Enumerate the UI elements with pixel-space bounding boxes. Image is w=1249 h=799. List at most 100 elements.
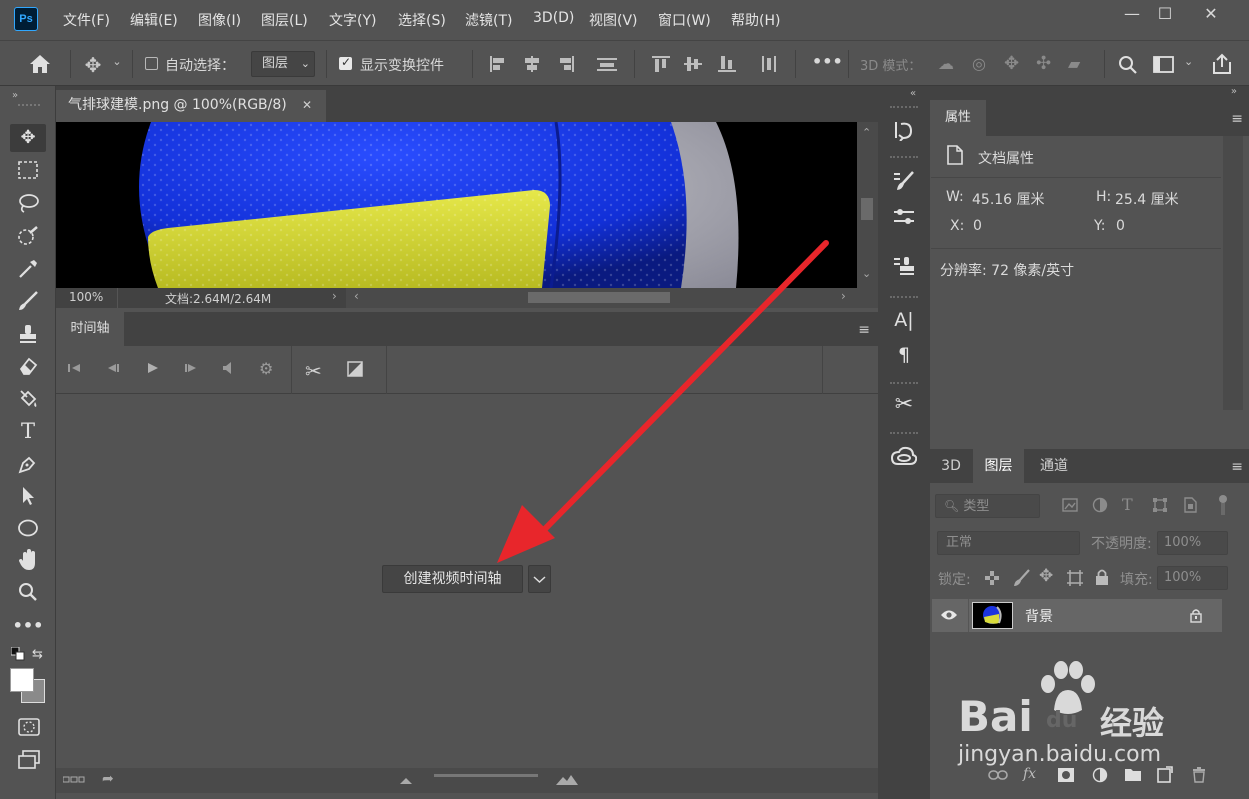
filter-type-icon[interactable]: T [1122,495,1133,514]
move-tool-icon[interactable]: ✥ [10,124,46,152]
lock-transparent-icon[interactable] [984,570,1000,586]
distribute-icon[interactable] [596,55,618,73]
align-right-icon[interactable] [556,55,576,73]
layer-filter-dropdown[interactable]: 🔍︎ 类型 [935,494,1040,518]
share-icon[interactable] [1211,53,1233,75]
hand-tool-icon[interactable] [10,546,46,574]
menu-file[interactable]: 文件(F) [63,10,110,30]
link-layers-icon[interactable] [988,769,1008,781]
minimize-button[interactable]: — [1117,4,1147,24]
3d-orbit-icon[interactable]: ☁ [938,54,954,73]
tools-scissors-icon[interactable]: ✂ [884,390,924,420]
brush-tool-icon[interactable] [10,287,46,315]
adjustments-slider-icon[interactable] [884,202,924,232]
menu-select[interactable]: 选择(S) [398,10,446,30]
document-tab[interactable]: 气排球建模.png @ 100%(RGB/8) ✕ [56,90,326,122]
panel-menu-icon[interactable]: ≡ [1231,111,1243,127]
y-value[interactable]: 0 [1116,218,1125,234]
home-icon[interactable] [28,53,52,75]
timeline-zoom-slider[interactable] [434,774,538,777]
marquee-tool-icon[interactable] [10,156,46,184]
width-value[interactable]: 45.16 厘米 [972,189,1045,209]
workspace-icon[interactable] [1153,56,1175,74]
previous-frame-icon[interactable] [105,361,121,375]
scroll-thumb[interactable] [861,198,873,220]
settings-gear-icon[interactable]: ⚙ [259,359,273,378]
more-tools-icon[interactable]: ••• [10,612,46,640]
history-icon[interactable] [884,115,924,145]
tab-3d[interactable]: 3D [930,449,972,483]
zoom-level[interactable]: 100% [69,290,103,304]
search-icon[interactable] [1118,55,1138,75]
filter-shape-icon[interactable] [1152,497,1168,513]
lock-position-icon[interactable]: ✥ [1039,566,1053,586]
go-to-first-frame-icon[interactable] [67,361,83,375]
zoom-out-mountain-icon[interactable] [400,775,412,785]
scroll-left-icon[interactable]: ‹ [354,289,359,303]
align-middle-icon[interactable] [683,55,703,73]
timeline-type-dropdown[interactable] [528,565,551,593]
filter-toggle[interactable] [1218,494,1228,518]
opacity-input[interactable]: 100% [1157,531,1228,555]
filter-pixel-icon[interactable] [1062,498,1078,512]
brush-settings-icon[interactable] [884,166,924,196]
close-button[interactable]: ✕ [1196,4,1226,24]
panel-menu-icon[interactable]: ≡ [1231,459,1243,475]
menu-help[interactable]: 帮助(H) [731,10,780,30]
visibility-eye-icon[interactable] [940,609,958,621]
scroll-thumb[interactable] [528,292,670,303]
align-center-icon[interactable] [522,55,542,73]
character-icon[interactable]: A| [884,305,924,335]
canvas-vertical-scrollbar[interactable]: ⌃ ⌄ [857,122,878,288]
image-canvas[interactable] [56,122,857,288]
foreground-color-swatch[interactable] [10,668,34,692]
zoom-tool-icon[interactable] [10,578,46,606]
frame-animation-icon[interactable] [63,776,85,784]
auto-select-dropdown[interactable]: 图层 ⌄ [251,51,315,77]
panel-menu-icon[interactable]: ≡ [858,322,870,338]
menu-view[interactable]: 视图(V) [589,10,638,30]
fill-input[interactable]: 100% [1157,566,1228,590]
close-tab-icon[interactable]: ✕ [302,90,312,120]
quick-mask-icon[interactable] [18,718,40,736]
more-options-icon[interactable]: ••• [812,52,843,71]
audio-mute-icon[interactable] [221,361,237,375]
3d-drag-icon[interactable]: ✥ [1004,53,1019,74]
path-select-tool-icon[interactable] [10,482,46,510]
pen-tool-icon[interactable] [10,450,46,478]
blend-mode-dropdown[interactable]: 正常 [937,531,1080,555]
lock-all-icon[interactable] [1095,569,1109,586]
create-video-timeline-button[interactable]: 创建视频时间轴 [382,565,523,593]
next-frame-icon[interactable] [183,361,199,375]
collapse-icon[interactable]: « [910,88,916,99]
distribute-vertical-icon[interactable] [759,55,779,73]
status-chevron-icon[interactable]: › [332,289,337,303]
layer-row[interactable]: 背景 [932,599,1222,632]
lock-artboard-icon[interactable] [1066,569,1084,587]
properties-tab[interactable]: 属性 [930,100,986,136]
eraser-tool-icon[interactable] [10,352,46,380]
canvas-horizontal-scrollbar[interactable]: ‹ › [346,288,878,308]
menu-layer[interactable]: 图层(L) [261,10,308,30]
align-left-icon[interactable] [488,55,508,73]
menu-3d[interactable]: 3D(D) [533,10,574,26]
scroll-down-icon[interactable]: ⌄ [862,267,871,280]
auto-select-checkbox[interactable] [145,57,158,70]
collapse-icon[interactable]: » [1231,86,1237,97]
chevron-down-icon[interactable]: ⌄ [1184,55,1193,68]
quick-select-tool-icon[interactable] [10,222,46,250]
3d-roll-icon[interactable]: ◎ [972,54,986,73]
tab-layers[interactable]: 图层 [973,449,1024,483]
split-scissors-icon[interactable]: ✂ [305,359,322,383]
menu-edit[interactable]: 编辑(E) [130,10,178,30]
type-tool-icon[interactable]: T [10,417,46,445]
align-top-icon[interactable] [651,55,671,73]
stamp-tool-icon[interactable] [10,320,46,348]
collapse-icon[interactable]: » [12,90,18,101]
lasso-tool-icon[interactable] [10,189,46,217]
creative-cloud-libraries-icon[interactable] [884,442,924,472]
maximize-button[interactable]: ☐ [1150,4,1180,24]
chevron-down-icon[interactable]: ⌄ [110,55,124,68]
move-tool-icon[interactable]: ✥ [80,53,106,77]
clone-source-icon[interactable] [884,251,924,281]
